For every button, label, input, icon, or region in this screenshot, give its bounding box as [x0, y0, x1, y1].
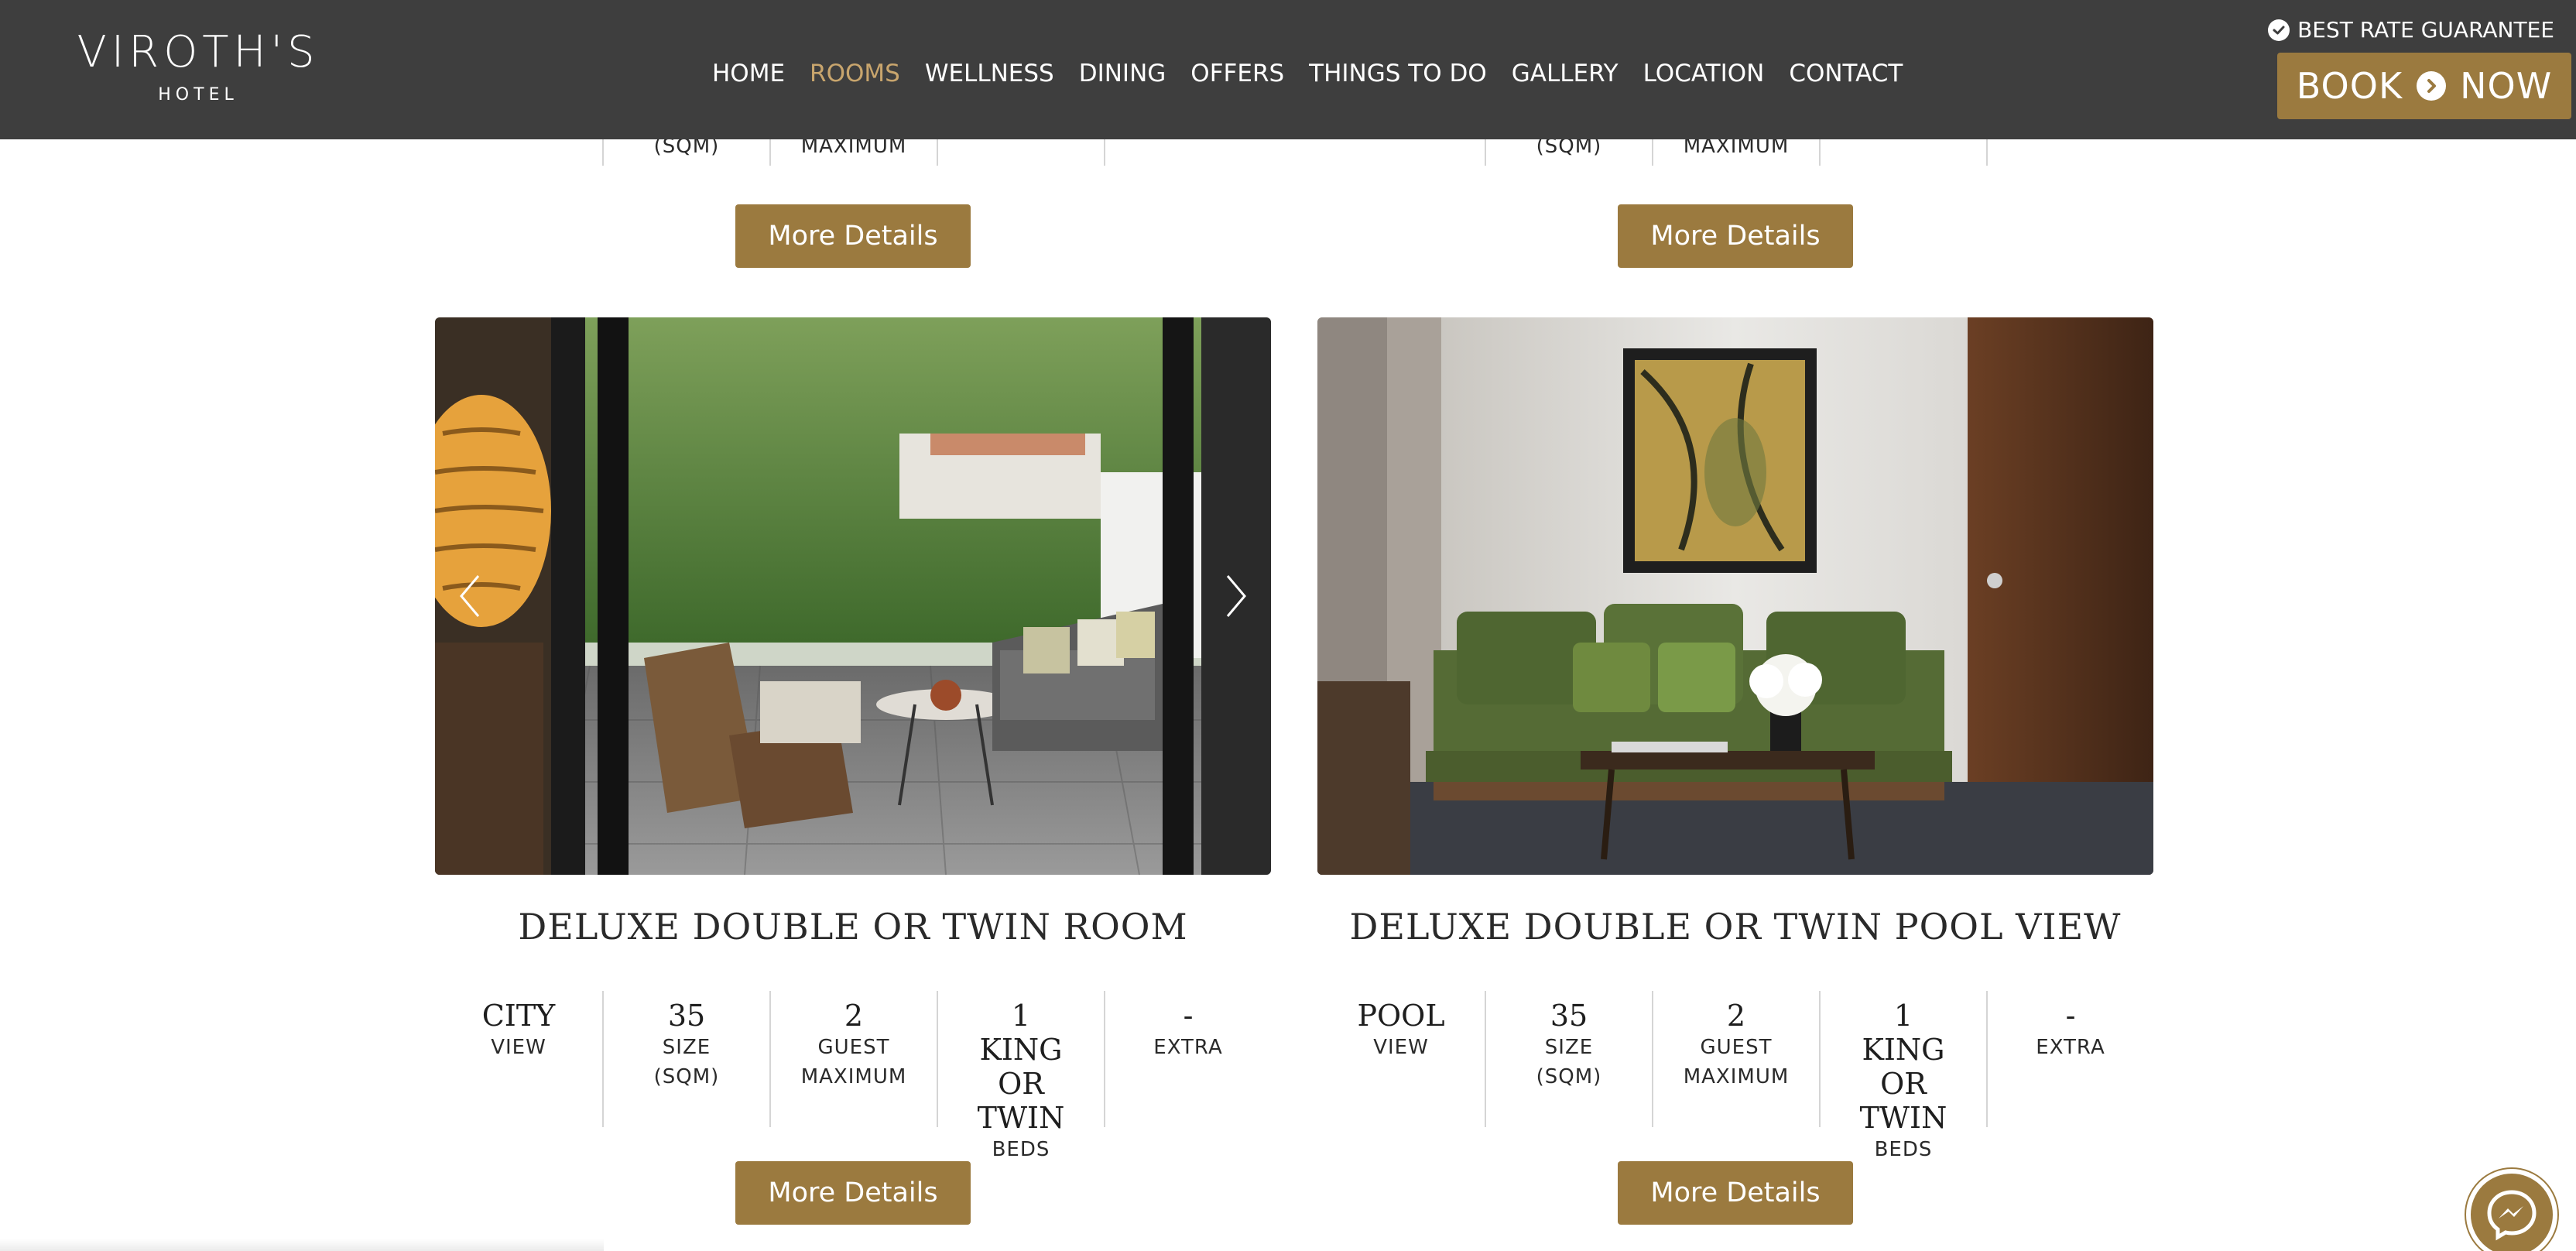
spec-beds: 1 KING OR TWIN BEDS [1819, 991, 1986, 1161]
more-details-button[interactable]: More Details [735, 1161, 971, 1225]
spec-view: POOL VIEW [1317, 991, 1485, 1127]
spec-guests: 2 GUEST MAXIMUM [1652, 991, 1819, 1127]
nav-contact[interactable]: CONTACT [1789, 57, 1903, 90]
spec-label: BEDS [992, 1138, 1050, 1161]
spec-label: EXTRA [1153, 1036, 1223, 1059]
carousel-next-button[interactable] [1217, 565, 1255, 627]
spec-value: - [1183, 999, 1194, 1033]
spec-value: CITY [481, 999, 556, 1033]
book-now-button[interactable]: BOOK NOW [2277, 53, 2571, 119]
spec-value: 2 [844, 999, 864, 1033]
spec-value: POOL [1357, 999, 1445, 1033]
spec-extra: - EXTRA [1986, 991, 2153, 1127]
spec-label: VIEW [491, 1036, 546, 1059]
now-label: NOW [2460, 65, 2553, 107]
carousel-prev-button[interactable] [450, 565, 489, 627]
spec-value: 35 [1550, 999, 1588, 1033]
spec-label: GUEST MAXIMUM [1683, 1036, 1790, 1088]
check-circle-icon [2268, 19, 2290, 41]
book-label: BOOK [2296, 65, 2403, 107]
spec-label: VIEW [1373, 1036, 1429, 1059]
room-specs: POOL VIEW 35 SIZE (SQM) 2 GUEST MAXIMUM … [1317, 991, 2153, 1161]
more-details-button[interactable]: More Details [735, 204, 971, 268]
chevron-right-icon [2417, 71, 2447, 101]
spec-extra: - EXTRA [1104, 991, 1271, 1127]
balcony-photo[interactable] [435, 317, 1271, 875]
more-details-button[interactable]: More Details [1618, 1161, 1853, 1225]
room-specs: CITY VIEW 35 SIZE (SQM) 2 GUEST MAXIMUM … [435, 991, 1271, 1161]
hotel-logo[interactable]: VIROTH'S HOTEL [74, 28, 322, 105]
page-fold-shadow [0, 1239, 604, 1251]
nav-offers[interactable]: OFFERS [1190, 57, 1284, 90]
nav-things-to-do[interactable]: THINGS TO DO [1309, 57, 1487, 90]
messenger-icon [2487, 1190, 2537, 1241]
spec-guests: 2 GUEST MAXIMUM [769, 991, 937, 1127]
living-room-photo[interactable] [1317, 317, 2153, 875]
spec-value: - [2065, 999, 2076, 1033]
nav-gallery[interactable]: GALLERY [1512, 57, 1619, 90]
chevron-right-icon [1226, 575, 1246, 617]
room-title: DELUXE DOUBLE OR TWIN POOL VIEW [1349, 906, 2122, 948]
spec-label: SIZE (SQM) [653, 1036, 720, 1088]
spec-value: 1 KING OR TWIN [1859, 999, 1947, 1135]
chevron-left-icon [460, 575, 480, 617]
spec-label: GUEST MAXIMUM [800, 1036, 907, 1088]
nav-wellness[interactable]: WELLNESS [925, 57, 1054, 90]
spec-size: 35 SIZE (SQM) [602, 991, 769, 1127]
spec-beds: 1 KING OR TWIN BEDS [937, 991, 1104, 1161]
main-nav: HOME ROOMS WELLNESS DINING OFFERS THINGS… [712, 57, 1927, 90]
more-details-button[interactable]: More Details [1618, 204, 1853, 268]
spec-view: CITY VIEW [435, 991, 602, 1127]
spec-size: 35 SIZE (SQM) [1485, 991, 1652, 1127]
spec-value: 35 [667, 999, 706, 1033]
nav-location[interactable]: LOCATION [1643, 57, 1765, 90]
nav-dining[interactable]: DINING [1079, 57, 1166, 90]
best-rate-label: BEST RATE GUARANTEE [2297, 17, 2554, 43]
spec-label: BEDS [1874, 1138, 1933, 1161]
logo-wordmark: VIROTH'S [77, 27, 320, 77]
site-header: VIROTH'S HOTEL HOME ROOMS WELLNESS DININ… [0, 0, 2576, 139]
spec-label: SIZE (SQM) [1536, 1036, 1602, 1088]
spec-value: 2 [1726, 999, 1746, 1033]
logo-subtitle: HOTEL [158, 85, 238, 105]
best-rate-guarantee[interactable]: BEST RATE GUARANTEE [2268, 17, 2554, 43]
room-title: DELUXE DOUBLE OR TWIN ROOM [518, 906, 1188, 948]
nav-home[interactable]: HOME [712, 57, 785, 90]
spec-label: EXTRA [2036, 1036, 2105, 1059]
spec-value: 1 KING OR TWIN [977, 999, 1065, 1135]
messenger-chat-button[interactable] [2466, 1169, 2557, 1251]
nav-rooms[interactable]: ROOMS [810, 57, 900, 90]
